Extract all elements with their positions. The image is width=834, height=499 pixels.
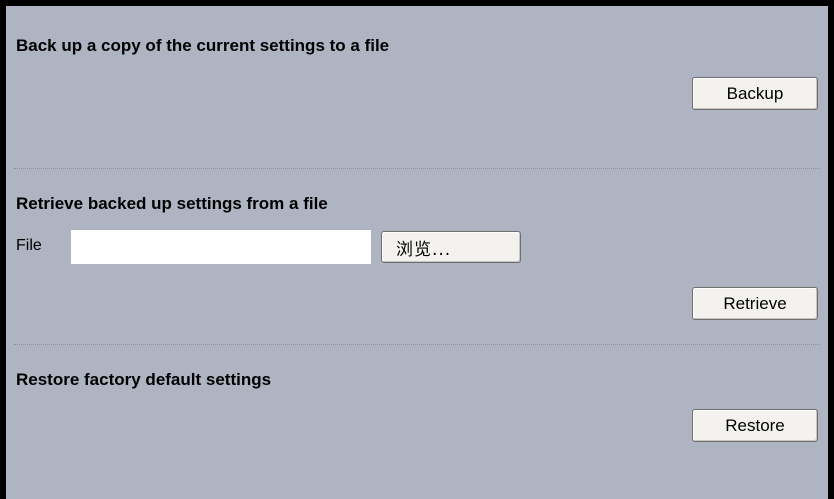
settings-panel: Back up a copy of the current settings t… [0, 0, 834, 499]
file-picker-row: File 浏览... [16, 229, 536, 265]
backup-button[interactable]: Backup [692, 77, 818, 110]
restore-button[interactable]: Restore [692, 409, 818, 442]
file-label: File [16, 237, 42, 254]
restore-section-title: Restore factory default settings [16, 370, 272, 389]
section-divider [14, 344, 820, 345]
browse-button[interactable]: 浏览... [381, 231, 521, 263]
retrieve-section-title: Retrieve backed up settings from a file [16, 194, 328, 213]
retrieve-button[interactable]: Retrieve [692, 287, 818, 320]
file-path-input[interactable] [70, 229, 372, 265]
section-divider [14, 168, 820, 169]
backup-section-title: Back up a copy of the current settings t… [16, 36, 390, 55]
